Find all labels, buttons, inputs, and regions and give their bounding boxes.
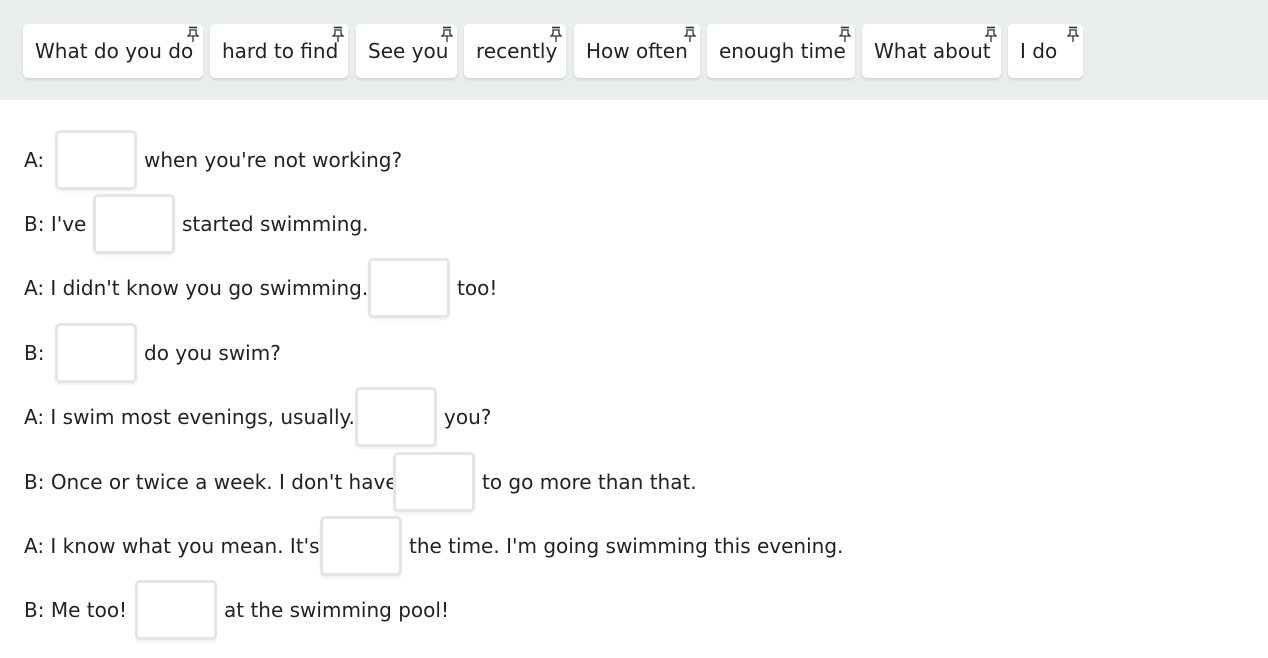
- draggable-word-hard-to-find[interactable]: hard to find: [210, 24, 348, 78]
- dialogue-line-5-before: A: I swim most evenings, usually.: [24, 405, 355, 429]
- drop-zone-2[interactable]: [93, 194, 175, 254]
- drop-zone-1[interactable]: [55, 130, 137, 190]
- word-chip-label: enough time: [719, 39, 846, 63]
- word-chip-label: What about: [874, 39, 991, 63]
- pin-icon: [683, 26, 697, 44]
- dialogue-line-5-after: you?: [444, 405, 492, 429]
- dialogue-line-6-after: to go more than that.: [482, 470, 697, 494]
- pin-icon: [331, 26, 345, 44]
- dialogue-line-8-after: at the swimming pool!: [224, 598, 449, 622]
- drop-zone-3[interactable]: [368, 258, 450, 318]
- draggable-word-recently[interactable]: recently: [464, 24, 566, 78]
- word-bank: What do you do hard to find See you rece…: [0, 0, 1268, 100]
- pin-icon: [1066, 26, 1080, 44]
- dialogue-line-3-after: too!: [457, 276, 498, 300]
- draggable-word-what-do-you-do[interactable]: What do you do: [23, 24, 203, 78]
- dialogue-line-2-after: started swimming.: [182, 212, 369, 236]
- word-chip-label: What do you do: [35, 39, 194, 63]
- word-chip-label: How often: [586, 39, 688, 63]
- drop-zone-4[interactable]: [55, 323, 137, 383]
- draggable-word-what-about[interactable]: What about: [862, 24, 1001, 78]
- word-chip-label: I do: [1020, 39, 1058, 63]
- dialogue-line-1-before: A:: [24, 148, 45, 172]
- pin-icon: [549, 26, 563, 44]
- pin-icon: [984, 26, 998, 44]
- drop-zone-8[interactable]: [135, 580, 217, 640]
- word-chip-label: hard to find: [222, 39, 339, 63]
- word-chip-label: See you: [368, 39, 449, 63]
- dialogue-line-4-after: do you swim?: [144, 341, 281, 365]
- draggable-word-see-you[interactable]: See you: [356, 24, 457, 78]
- pin-icon: [838, 26, 852, 44]
- drop-zone-6[interactable]: [393, 452, 475, 512]
- dialogue-line-6-before: B: Once or twice a week. I don't have: [24, 470, 398, 494]
- draggable-word-how-often[interactable]: How often: [574, 24, 700, 78]
- dialogue-line-8-before: B: Me too!: [24, 598, 128, 622]
- draggable-word-i-do[interactable]: I do: [1008, 24, 1083, 78]
- draggable-word-enough-time[interactable]: enough time: [707, 24, 855, 78]
- word-chip-label: recently: [476, 39, 558, 63]
- dialogue-line-4-before: B:: [24, 341, 45, 365]
- dialogue-line-7-after: the time. I'm going swimming this evenin…: [409, 534, 844, 558]
- dialogue-line-7-before: A: I know what you mean. It's: [24, 534, 320, 558]
- drop-zone-5[interactable]: [355, 387, 437, 447]
- dialogue-line-3-before: A: I didn't know you go swimming.: [24, 276, 369, 300]
- dialogue-line-2-before: B: I've: [24, 212, 87, 236]
- dialogue-line-1-after: when you're not working?: [144, 148, 403, 172]
- pin-icon: [440, 26, 454, 44]
- drop-zone-7[interactable]: [320, 516, 402, 576]
- pin-icon: [186, 26, 200, 44]
